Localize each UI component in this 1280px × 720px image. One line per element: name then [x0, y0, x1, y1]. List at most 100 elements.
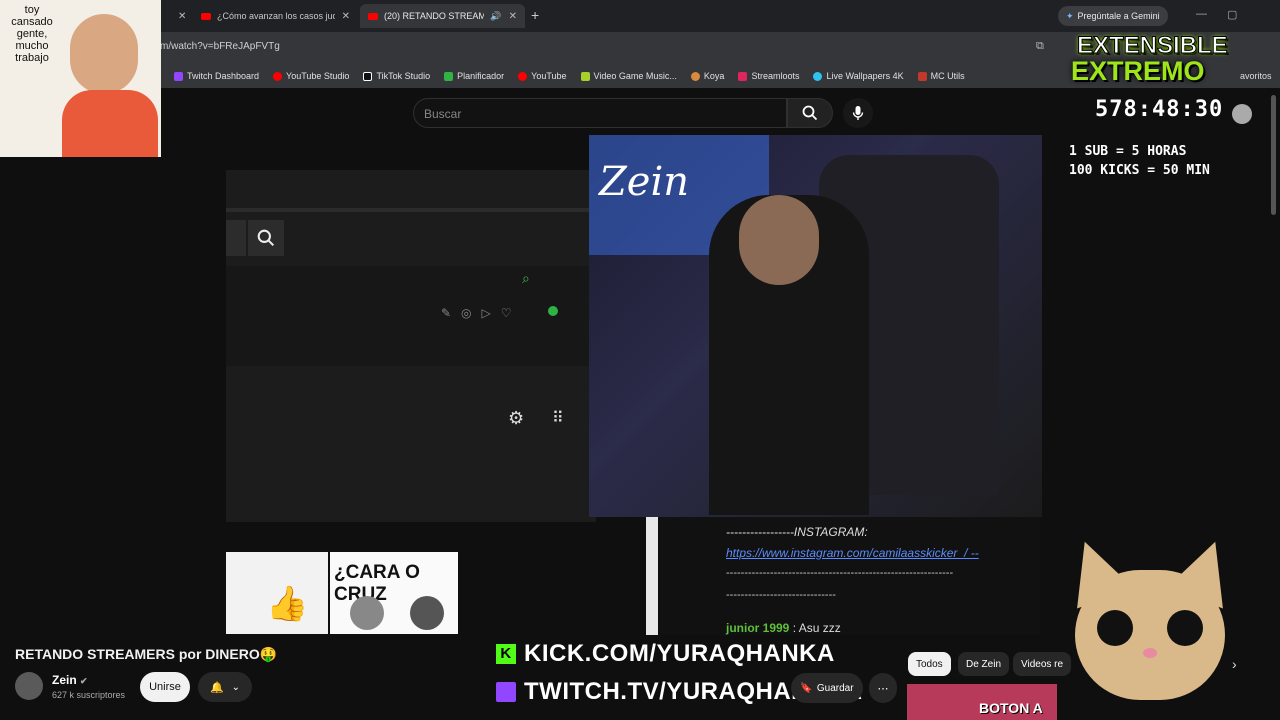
maximize-icon[interactable]: ▢: [1227, 8, 1237, 21]
recommended-thumbnail[interactable]: BOTON A: [907, 684, 1057, 720]
bookmark-live-wallpapers[interactable]: Live Wallpapers 4K: [813, 71, 904, 81]
close-icon[interactable]: ✕: [509, 11, 517, 22]
kick-icon: K: [496, 644, 516, 664]
toolbar-icons[interactable]: ✎◎▷♡: [441, 306, 522, 320]
bookmark-koya[interactable]: Koya: [690, 71, 724, 81]
bookmark-tiktok-studio[interactable]: TikTok Studio: [363, 71, 430, 81]
coin-tails: [410, 596, 444, 630]
bookmark-youtube[interactable]: YouTube: [518, 71, 567, 81]
chevron-down-icon: ⌄: [231, 681, 241, 693]
bookmark-mc-utils[interactable]: MC Utils: [917, 71, 965, 81]
meme-shirt: [62, 90, 158, 157]
tab-retando-streamers[interactable]: (20) RETANDO STREAMERS 🔊 ✕: [360, 4, 525, 28]
music-icon: [580, 71, 590, 81]
mic-button[interactable]: [843, 98, 873, 128]
youtube-icon: [201, 12, 211, 20]
join-button[interactable]: Unirse: [140, 672, 190, 702]
more-actions-button[interactable]: ⋯: [869, 673, 897, 703]
chat-separator: ------------------------------: [726, 589, 836, 601]
tab-label: ¿Cómo avanzan los casos judic: [217, 11, 335, 21]
planner-icon: [444, 71, 454, 81]
meme-overlay: toy cansado gente, mucho trabajo: [0, 0, 161, 157]
bookmark-youtube-studio[interactable]: YouTube Studio: [273, 71, 349, 81]
coin-text: ¿CARA O CRUZ: [334, 562, 420, 605]
bookmark-planificador[interactable]: Planificador: [444, 71, 504, 81]
search-icon: [802, 105, 818, 121]
cat-eye-left: [1097, 610, 1133, 646]
twitch-icon: [496, 682, 516, 702]
youtube-studio-icon: [273, 71, 283, 81]
speaker-icon[interactable]: 🔊: [490, 11, 501, 22]
screen-share-region: ⌕ ✎◎▷♡ ⚙ ⠿: [226, 170, 596, 522]
divider: [226, 208, 596, 212]
koya-icon: [690, 71, 700, 81]
channel-avatar[interactable]: [15, 672, 43, 700]
close-icon[interactable]: ✕: [342, 11, 350, 22]
cam-logo: Zein: [599, 159, 690, 205]
meme-text: toy cansado gente, mucho trabajo: [11, 4, 53, 64]
avatar[interactable]: [1232, 104, 1252, 124]
cat-nose: [1143, 648, 1157, 658]
tab-close-icon[interactable]: ✕: [170, 4, 188, 28]
bookmark-streamloots[interactable]: Streamloots: [738, 71, 799, 81]
channel-name[interactable]: Zein ✔: [52, 673, 88, 687]
url-field[interactable]: m/watch?v=bFReJApFVTg: [160, 41, 280, 52]
gemini-button[interactable]: ✦ Pregúntale a Gemini: [1058, 6, 1168, 26]
twitch-icon: [174, 71, 183, 81]
page-scrollbar[interactable]: [1271, 95, 1276, 215]
search-icon[interactable]: ⌕: [522, 270, 530, 287]
chevron-right-icon[interactable]: ›: [1232, 656, 1237, 672]
chat-link[interactable]: https://www.instagram.com/camilaasskicke…: [726, 546, 979, 560]
apps-grid-icon[interactable]: ⠿: [552, 408, 564, 428]
new-tab-button[interactable]: +: [531, 7, 539, 23]
thumbs-up-image: 👍: [226, 552, 328, 634]
bookmark-icon: 🔖: [800, 682, 813, 694]
chat-panel: -----------------INSTAGRAM: https://www.…: [660, 517, 1040, 635]
brand-logo: EXTENSIBLE EXTREMO: [1057, 30, 1257, 98]
chip-todos[interactable]: Todos: [908, 652, 951, 676]
cat-sticker: [1055, 531, 1245, 720]
bell-icon: 🔔: [209, 681, 224, 694]
webcam-feed: Zein: [589, 135, 1042, 517]
sparkle-icon: ✦: [1066, 10, 1074, 21]
meme-face: [70, 14, 138, 94]
cast-icon[interactable]: ⧉: [1036, 40, 1044, 53]
search-button[interactable]: [787, 98, 833, 128]
chat-header: -----------------INSTAGRAM:: [726, 525, 868, 539]
chat-message: junior 1999 : Asu zzz: [726, 621, 841, 635]
thumbnail-text: BOTON A: [979, 700, 1043, 716]
subathon-timer: 578:48:30: [1095, 97, 1224, 122]
tiktok-icon: [363, 71, 373, 81]
notifications-button[interactable]: 🔔 ⌄: [198, 672, 252, 702]
person-face: [739, 195, 819, 285]
toolbar-panel: [226, 266, 596, 366]
minimize-icon[interactable]: —: [1196, 8, 1207, 20]
video-title: RETANDO STREAMERS por DINERO🤑: [15, 646, 278, 662]
rule-kicks: 100 KICKS = 50 MIN: [1069, 163, 1210, 178]
bookmark-twitch-dashboard[interactable]: Twitch Dashboard: [174, 71, 259, 81]
subscriber-count: 627 k suscriptores: [52, 690, 126, 700]
chip-videos[interactable]: Videos re: [1013, 652, 1072, 676]
cat-eye-right: [1167, 610, 1203, 646]
coin-heads: [350, 596, 384, 630]
streamloots-icon: [738, 71, 748, 81]
shield-icon[interactable]: [548, 306, 558, 316]
youtube-icon: [368, 12, 378, 20]
search-input[interactable]: Buscar: [413, 98, 787, 128]
kick-url: KICK.COM/YURAQHANKA: [524, 640, 835, 667]
verified-icon: ✔: [80, 676, 88, 686]
save-button[interactable]: 🔖 Guardar: [791, 673, 863, 703]
mic-icon: [852, 106, 864, 120]
youtube-icon: [518, 71, 528, 81]
search-button[interactable]: [248, 220, 284, 256]
search-icon: [257, 229, 275, 247]
input-edge: [226, 220, 246, 256]
more-icon: ⋯: [877, 682, 889, 695]
gear-icon[interactable]: ⚙: [508, 408, 524, 429]
chat-text: : Asu zzz: [792, 621, 841, 635]
brand-line2: EXTREMO: [1071, 56, 1205, 86]
bookmark-video-game-music[interactable]: Video Game Music...: [580, 71, 677, 81]
tab-news[interactable]: ¿Cómo avanzan los casos judic ✕: [193, 4, 358, 28]
chip-de-zein[interactable]: De Zein: [958, 652, 1010, 676]
tab-label: (20) RETANDO STREAMERS: [384, 11, 484, 21]
